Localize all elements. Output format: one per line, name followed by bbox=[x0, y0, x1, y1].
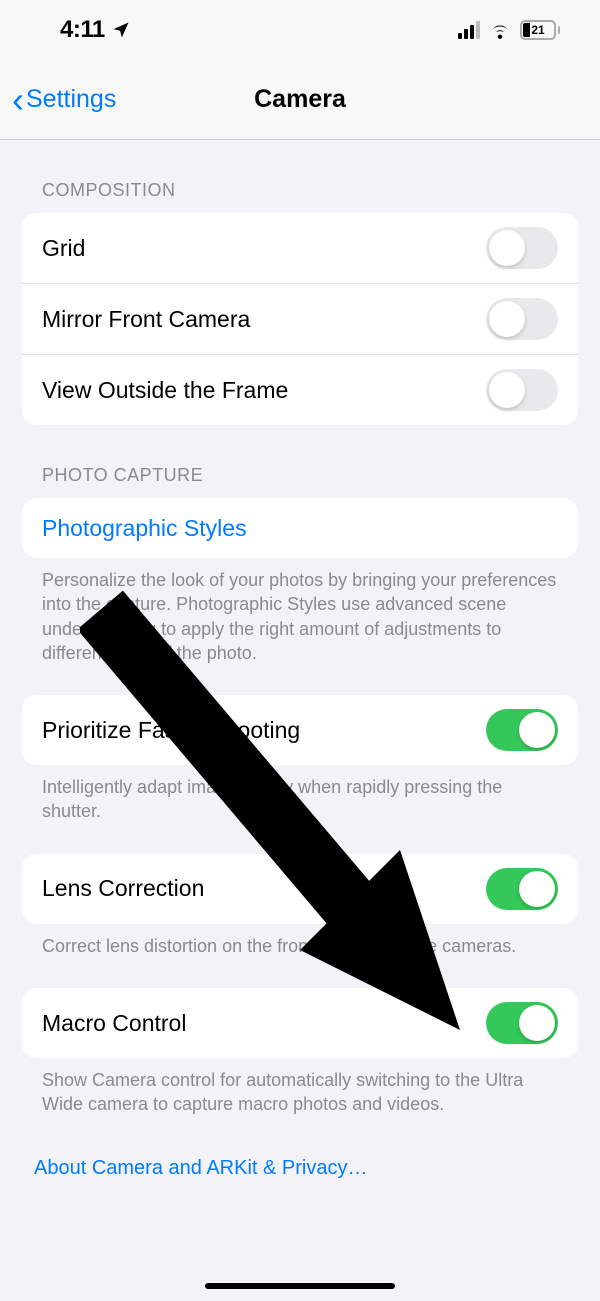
cellular-signal-icon bbox=[458, 21, 480, 39]
lens-correction-group: Lens Correction bbox=[22, 854, 578, 924]
prioritize-group: Prioritize Faster Shooting bbox=[22, 695, 578, 765]
page-title: Camera bbox=[254, 85, 346, 114]
chevron-left-icon: ‹ bbox=[12, 82, 24, 118]
home-indicator[interactable] bbox=[205, 1283, 395, 1289]
grid-toggle[interactable] bbox=[486, 227, 558, 269]
photographic-styles-footer: Personalize the look of your photos by b… bbox=[22, 558, 578, 665]
view-outside-toggle[interactable] bbox=[486, 369, 558, 411]
lens-correction-row[interactable]: Lens Correction bbox=[22, 854, 578, 924]
status-left: 4:11 bbox=[60, 16, 131, 44]
grid-row[interactable]: Grid bbox=[22, 213, 578, 284]
mirror-toggle[interactable] bbox=[486, 298, 558, 340]
nav-header: ‹ Settings Camera bbox=[0, 60, 600, 140]
lens-correction-footer: Correct lens distortion on the front and… bbox=[22, 924, 578, 958]
grid-label: Grid bbox=[42, 235, 85, 262]
composition-group: Grid Mirror Front Camera View Outside th… bbox=[22, 213, 578, 425]
battery-icon: 21 bbox=[520, 20, 560, 40]
back-label: Settings bbox=[26, 85, 116, 114]
location-icon bbox=[111, 20, 131, 40]
content: COMPOSITION Grid Mirror Front Camera Vie… bbox=[0, 140, 600, 1180]
privacy-link[interactable]: About Camera and ARKit & Privacy… bbox=[22, 1117, 578, 1180]
prioritize-footer: Intelligently adapt image quality when r… bbox=[22, 765, 578, 824]
mirror-front-camera-row[interactable]: Mirror Front Camera bbox=[22, 284, 578, 355]
mirror-label: Mirror Front Camera bbox=[42, 306, 250, 333]
macro-control-footer: Show Camera control for automatically sw… bbox=[22, 1058, 578, 1117]
lens-correction-toggle[interactable] bbox=[486, 868, 558, 910]
status-right: 21 bbox=[458, 20, 560, 40]
macro-control-toggle[interactable] bbox=[486, 1002, 558, 1044]
photographic-styles-group: Photographic Styles bbox=[22, 498, 578, 558]
photographic-styles-row[interactable]: Photographic Styles bbox=[22, 498, 578, 558]
lens-correction-label: Lens Correction bbox=[42, 875, 204, 902]
macro-control-label: Macro Control bbox=[42, 1010, 186, 1037]
prioritize-toggle[interactable] bbox=[486, 709, 558, 751]
prioritize-label: Prioritize Faster Shooting bbox=[42, 717, 300, 744]
prioritize-faster-shooting-row[interactable]: Prioritize Faster Shooting bbox=[22, 695, 578, 765]
section-header-composition: COMPOSITION bbox=[22, 140, 578, 213]
macro-control-group: Macro Control bbox=[22, 988, 578, 1058]
section-header-photo-capture: PHOTO CAPTURE bbox=[22, 425, 578, 498]
wifi-icon bbox=[488, 21, 512, 39]
status-time: 4:11 bbox=[60, 16, 105, 44]
photographic-styles-link: Photographic Styles bbox=[42, 515, 247, 542]
view-outside-label: View Outside the Frame bbox=[42, 377, 288, 404]
status-bar: 4:11 21 bbox=[0, 0, 600, 60]
view-outside-frame-row[interactable]: View Outside the Frame bbox=[22, 355, 578, 425]
macro-control-row[interactable]: Macro Control bbox=[22, 988, 578, 1058]
back-button[interactable]: ‹ Settings bbox=[12, 82, 116, 118]
